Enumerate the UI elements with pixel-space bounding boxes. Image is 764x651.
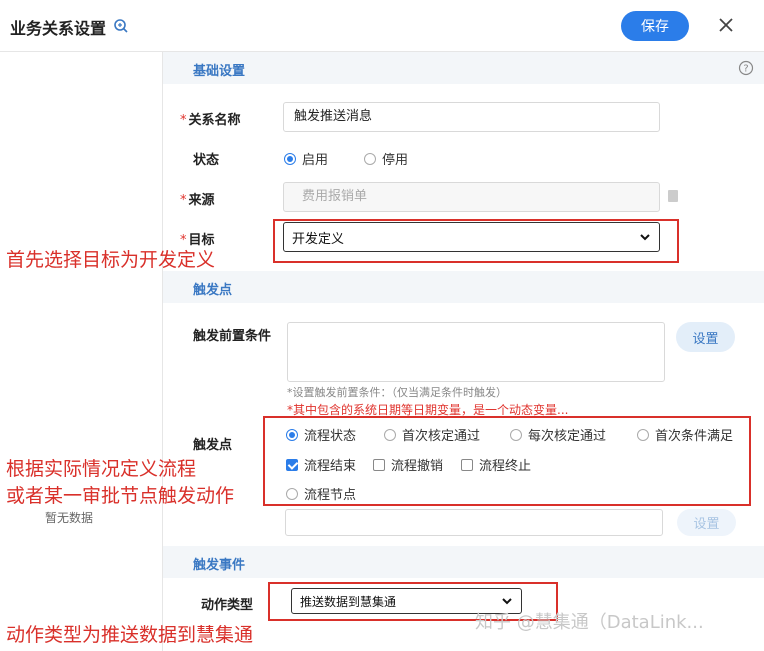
section-trigger-event: 触发事件 xyxy=(163,546,764,578)
save-button[interactable]: 保存 xyxy=(621,11,689,41)
dialog-title: 业务关系设置 xyxy=(10,19,107,38)
precondition-textarea[interactable] xyxy=(287,322,665,382)
process-node-input[interactable] xyxy=(285,509,663,536)
annotation-box-trigger xyxy=(263,416,751,506)
relation-name-label: * 关系名称 xyxy=(180,113,241,128)
precondition-hint: *设置触发前置条件：（仅当满足条件时触发） xyxy=(287,386,507,399)
section-title-basic: 基础设置 xyxy=(193,64,246,79)
section-title-trigger-event: 触发事件 xyxy=(193,558,246,573)
precondition-label: 触发前置条件 xyxy=(193,329,272,344)
source-input: 费用报销单 xyxy=(283,182,660,212)
empty-list-text: 暂无数据 xyxy=(45,511,94,525)
annotation-box-target xyxy=(273,219,679,263)
annotation-target: 首先选择目标为开发定义 xyxy=(6,249,216,271)
status-radio-disabled[interactable]: 停用 xyxy=(364,149,408,168)
annotation-trigger-line1: 根据实际情况定义流程 xyxy=(6,458,197,480)
watermark: 知乎 @慧集通（DataLink... xyxy=(475,612,704,633)
dialog-header: 业务关系设置 保存 xyxy=(0,0,764,52)
status-radio-enabled[interactable]: 启用 xyxy=(284,149,328,168)
source-label: * 来源 xyxy=(180,193,215,208)
precondition-set-button[interactable]: 设置 xyxy=(676,322,735,352)
status-label: 状态 xyxy=(193,153,220,168)
svg-text:?: ? xyxy=(743,64,748,75)
help-icon[interactable]: ? xyxy=(738,60,754,76)
section-title-trigger-point: 触发点 xyxy=(193,283,233,298)
process-node-set-button[interactable]: 设置 xyxy=(677,509,736,536)
document-icon xyxy=(668,190,678,202)
annotation-action: 动作类型为推送数据到慧集通 xyxy=(6,624,254,646)
trigger-point-label: 触发点 xyxy=(193,438,233,453)
annotation-trigger-line2: 或者某一审批节点触发动作 xyxy=(6,485,235,507)
zoom-icon[interactable] xyxy=(113,18,129,34)
section-trigger-point: 触发点 xyxy=(163,271,764,303)
section-basic: 基础设置 ? xyxy=(163,52,764,84)
action-type-label: 动作类型 xyxy=(201,598,254,613)
relation-name-input[interactable]: 触发推送消息 xyxy=(283,102,660,132)
close-icon[interactable] xyxy=(716,15,736,35)
